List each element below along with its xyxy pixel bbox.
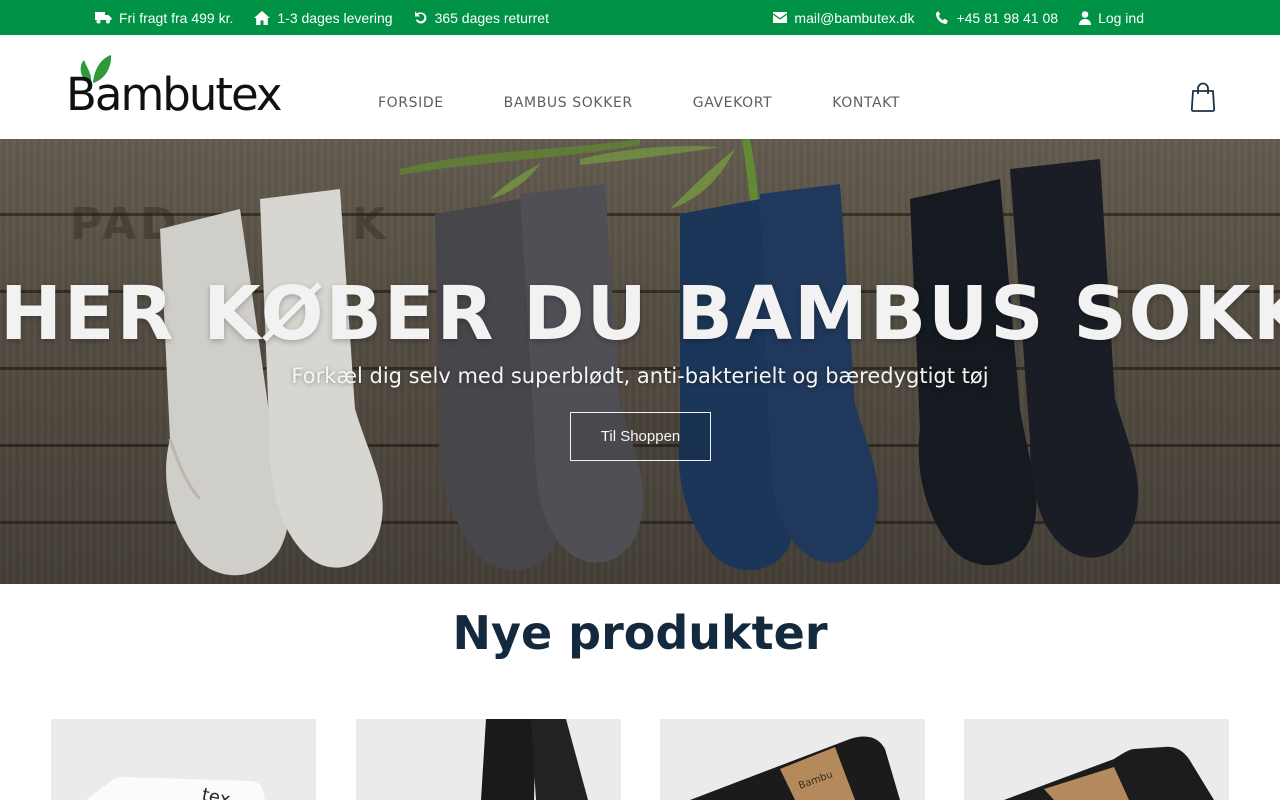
- new-products-heading: Nye produkter: [452, 606, 828, 660]
- black-socks-image: [481, 719, 588, 800]
- shipping-text: Fri fragt fra 499 kr.: [119, 9, 234, 26]
- login-text: Log ind: [1098, 9, 1144, 26]
- product-card[interactable]: [964, 719, 1229, 800]
- returns-text: 365 dages returret: [434, 9, 549, 26]
- undo-icon: [414, 11, 426, 23]
- shop-button[interactable]: Til Shoppen: [570, 412, 711, 461]
- delivery-info: 1-3 dages levering: [254, 9, 393, 26]
- nav-item-kontakt[interactable]: KONTAKT: [832, 95, 900, 111]
- delivery-text: 1-3 dages levering: [277, 9, 393, 26]
- envelope-icon: [773, 12, 788, 23]
- main-nav: FORSIDE BAMBUS SOKKER GAVEKORT KONTAKT: [378, 95, 900, 111]
- site-header: Bambutex FORSIDE BAMBUS SOKKER GAVEKORT …: [0, 35, 1280, 139]
- phone-text: +45 81 98 41 08: [956, 9, 1059, 26]
- brand-logo[interactable]: Bambutex: [66, 54, 283, 117]
- hero-overlay: [0, 139, 1280, 584]
- black-socks-pack-image: Bambu: [690, 736, 900, 800]
- shipping-info: Fri fragt fra 499 kr.: [95, 10, 233, 26]
- product-card[interactable]: [356, 719, 621, 800]
- top-info-bar: Fri fragt fra 499 kr. 1-3 dages levering…: [0, 0, 1280, 35]
- user-icon: [1079, 10, 1092, 25]
- brand-name: Bambutex: [66, 68, 283, 121]
- shopping-bag-icon[interactable]: [1190, 82, 1216, 112]
- home-icon: [254, 10, 271, 25]
- nav-item-forside[interactable]: FORSIDE: [378, 95, 444, 111]
- nav-item-gavekort[interactable]: GAVEKORT: [693, 95, 772, 111]
- hero-subtitle: Forkæl dig selv med superblødt, anti-bak…: [291, 364, 989, 388]
- email-text: mail@bambutex.dk: [794, 9, 915, 26]
- black-ankle-socks-image: [1004, 746, 1214, 800]
- gift-card-image: tex: [86, 777, 265, 800]
- product-card[interactable]: tex: [51, 719, 316, 800]
- phone-icon: [936, 10, 949, 24]
- nav-item-bambus-sokker[interactable]: BAMBUS SOKKER: [504, 95, 633, 111]
- truck-icon: [95, 12, 112, 24]
- hero-banner: PAD SK HER KØBER DU BAMBUS SOKKER Forkæl…: [0, 139, 1280, 584]
- phone-link[interactable]: +45 81 98 41 08: [935, 10, 1058, 26]
- login-link[interactable]: Log ind: [1079, 10, 1144, 26]
- email-link[interactable]: mail@bambutex.dk: [773, 10, 914, 26]
- returns-info: 365 dages returret: [414, 10, 549, 26]
- product-card[interactable]: Bambu: [660, 719, 925, 800]
- hero-title: HER KØBER DU BAMBUS SOKKER: [0, 271, 1280, 357]
